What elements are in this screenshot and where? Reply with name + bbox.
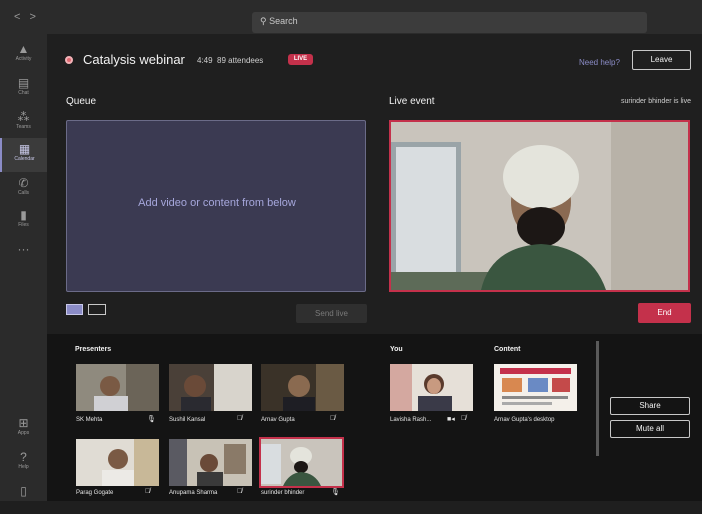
back-arrow-icon[interactable]: <: [14, 11, 29, 23]
app-rail: ▲ Activity ▤ Chat ⁂ Teams ▦ Calendar ✆ C…: [0, 34, 47, 501]
presenter-video: [169, 439, 252, 486]
mic-muted-icon[interactable]: 🎙̸: [330, 415, 335, 422]
bell-icon: ▲: [17, 42, 30, 56]
rail-item-files[interactable]: ▮ Files: [0, 204, 47, 238]
self-name: Lavisha Rash...: [390, 417, 432, 423]
live-badge: LIVE: [288, 54, 313, 65]
self-tile[interactable]: [390, 364, 473, 411]
presenter-tile[interactable]: [261, 364, 344, 411]
file-icon: ▮: [20, 208, 27, 222]
presenter-name: SK Mehta: [76, 417, 103, 423]
content-name: Arnav Gupta's desktop: [494, 417, 555, 423]
phone-icon: ✆: [18, 176, 29, 190]
live-status: surinder bhinder is live: [620, 98, 691, 105]
presenter-tile[interactable]: [76, 364, 159, 411]
presenter-name: Arnav Gupta: [261, 417, 295, 423]
self-video: [390, 364, 473, 411]
content-preview: [494, 364, 577, 411]
more-icon: ···: [17, 242, 30, 256]
tray-divider: [596, 341, 599, 456]
mic-muted-icon[interactable]: 🎙̸: [237, 488, 242, 495]
content-heading: Content: [494, 346, 521, 353]
mic-icon[interactable]: 🎙: [147, 415, 156, 423]
main-pane: Catalysis webinar 4:49 89 attendees LIVE…: [47, 34, 702, 501]
queue-placeholder: Add video or content from below: [138, 197, 296, 209]
presenter-video: [261, 364, 344, 411]
side-by-side-layout-icon[interactable]: [88, 304, 106, 315]
rail-item-chat[interactable]: ▤ Chat: [0, 72, 47, 106]
presenter-tile[interactable]: [169, 439, 252, 486]
search-placeholder: Search: [269, 16, 298, 26]
mic-muted-icon[interactable]: 🎙̸: [145, 488, 150, 495]
calendar-icon: ▦: [18, 142, 31, 156]
presenter-name: Parag Gogate: [76, 490, 114, 496]
queue-drop-area[interactable]: Add video or content from below: [66, 120, 366, 292]
presenter-name: Sushil Kansal: [169, 417, 206, 423]
presenter-video: [76, 439, 159, 486]
send-live-button[interactable]: Send live: [296, 304, 367, 323]
rail-item-teams[interactable]: ⁂ Teams: [0, 106, 47, 140]
rail-item-calendar[interactable]: ▦ Calendar: [0, 138, 47, 172]
event-meta: 4:49 89 attendees: [197, 56, 263, 65]
more-apps-button[interactable]: ···: [0, 238, 47, 272]
help-icon: ?: [20, 450, 27, 464]
presenter-tile-live[interactable]: [259, 437, 344, 488]
rail-item-help[interactable]: ? Help: [0, 446, 47, 480]
presenter-name: surinder bhinder: [261, 490, 305, 496]
camera-icon[interactable]: ■◂: [447, 415, 455, 423]
search-input[interactable]: ⚲ Search: [252, 12, 647, 33]
event-time: 4:49: [197, 56, 213, 65]
presenter-name: Anupama Sharma: [169, 490, 218, 496]
live-event-heading: Live event: [389, 96, 435, 107]
mic-muted-icon[interactable]: 🎙̸: [461, 415, 466, 422]
rail-item-apps[interactable]: ⊞ Apps: [0, 412, 47, 446]
apps-icon: ⊞: [18, 416, 29, 430]
content-tile[interactable]: [494, 364, 577, 411]
queue-heading: Queue: [66, 96, 97, 107]
nav-arrows: <>: [14, 11, 45, 23]
live-indicator-icon: [65, 56, 73, 64]
device-icon: ▯: [20, 484, 27, 498]
chat-icon: ▤: [17, 76, 30, 90]
presenter-tile[interactable]: [76, 439, 159, 486]
mute-all-button[interactable]: Mute all: [610, 420, 690, 438]
single-layout-icon[interactable]: [66, 304, 83, 315]
leave-button[interactable]: Leave: [632, 50, 691, 70]
presenter-tile[interactable]: [169, 364, 252, 411]
title-bar: <> ⚲ Search: [0, 0, 702, 34]
presenter-video: [261, 439, 342, 486]
presenter-video: [169, 364, 252, 411]
attendee-count: 89 attendees: [217, 56, 264, 65]
live-video: [389, 120, 690, 292]
live-video-image: [391, 122, 688, 290]
need-help-link[interactable]: Need help?: [579, 58, 620, 67]
rail-item-calls[interactable]: ✆ Calls: [0, 172, 47, 206]
rail-item-device[interactable]: ▯: [0, 480, 47, 514]
you-heading: You: [390, 346, 403, 353]
search-icon: ⚲: [260, 16, 267, 26]
mic-icon[interactable]: 🎙: [331, 488, 340, 496]
end-button[interactable]: End: [638, 303, 691, 323]
teams-icon: ⁂: [17, 110, 30, 124]
forward-arrow-icon[interactable]: >: [29, 11, 44, 23]
share-button[interactable]: Share: [610, 397, 690, 415]
presenters-heading: Presenters: [75, 346, 112, 353]
rail-item-activity[interactable]: ▲ Activity: [0, 38, 47, 72]
mic-muted-icon[interactable]: 🎙̸: [237, 415, 242, 422]
event-title: Catalysis webinar: [83, 52, 185, 67]
presenter-video: [76, 364, 159, 411]
